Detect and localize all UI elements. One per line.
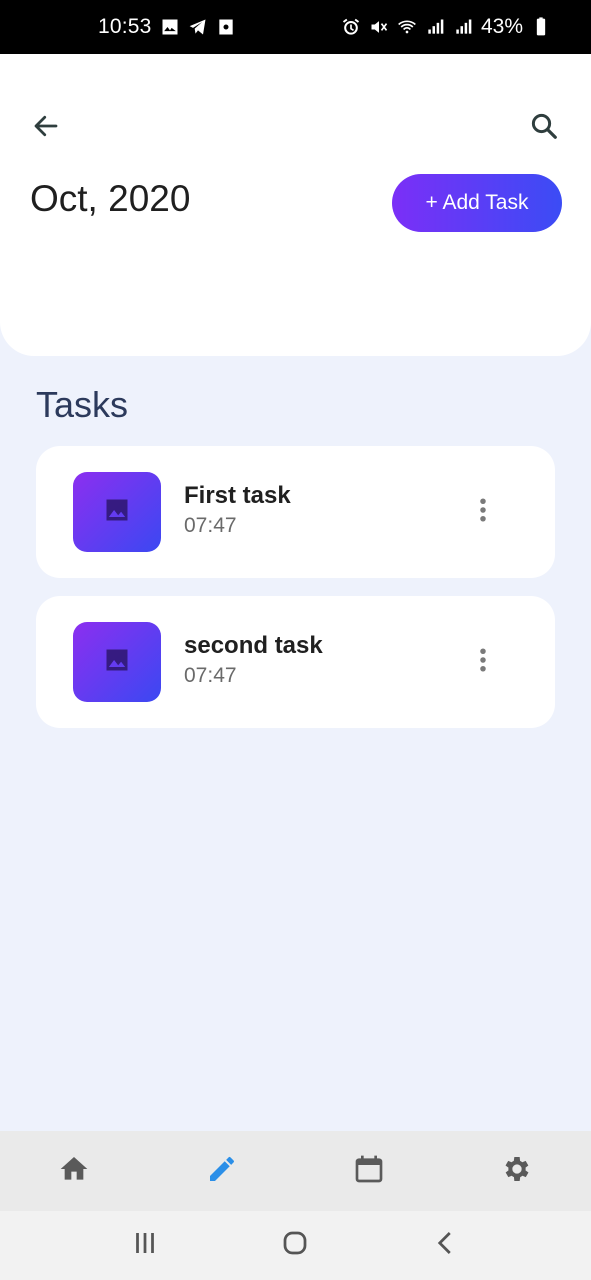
task-name: second task <box>184 632 323 659</box>
task-time: 07:47 <box>184 514 237 537</box>
mute-icon <box>369 17 389 37</box>
telegram-icon <box>188 17 208 37</box>
signal-icon <box>453 17 473 37</box>
search-icon <box>529 111 559 146</box>
bottom-nav <box>0 1131 591 1211</box>
status-time: 10:53 <box>98 15 152 38</box>
nav-settings[interactable] <box>487 1141 547 1201</box>
task-card[interactable]: second task 07:47 <box>36 596 555 728</box>
nav-home[interactable] <box>44 1141 104 1201</box>
back-button[interactable] <box>24 106 68 150</box>
status-bar: 10:53 43% <box>0 0 591 54</box>
battery-icon <box>531 17 551 37</box>
add-task-button[interactable]: + Add Task <box>392 174 562 232</box>
task-time: 07:47 <box>184 664 237 687</box>
android-nav-bar <box>0 1211 591 1280</box>
recent-apps-icon <box>130 1228 160 1263</box>
signal-icon <box>425 17 445 37</box>
image-icon <box>103 646 131 679</box>
task-name: First task <box>184 482 291 509</box>
camera-app-icon <box>216 17 236 37</box>
image-icon <box>160 17 180 37</box>
alarm-icon <box>341 17 361 37</box>
task-menu-button[interactable] <box>466 642 500 682</box>
back-chevron-icon <box>431 1228 461 1263</box>
settings-icon <box>501 1153 533 1190</box>
task-menu-button[interactable] <box>466 492 500 532</box>
back-system-button[interactable] <box>416 1216 476 1276</box>
home-system-button[interactable] <box>265 1216 325 1276</box>
nav-calendar[interactable] <box>339 1141 399 1201</box>
edit-icon <box>206 1153 238 1190</box>
arrow-left-icon <box>31 111 61 146</box>
recent-apps-button[interactable] <box>115 1216 175 1276</box>
home-circle-icon <box>280 1228 310 1263</box>
month-title: Oct, 2020 <box>30 178 191 219</box>
image-icon <box>103 496 131 529</box>
status-right: 43% <box>341 15 551 39</box>
battery-percent: 43% <box>480 15 523 38</box>
task-thumbnail <box>73 472 161 552</box>
header-card: Oct, 2020 + Add Task <box>0 54 591 356</box>
task-card[interactable]: First task 07:47 <box>36 446 555 578</box>
wifi-icon <box>397 17 417 37</box>
task-thumbnail <box>73 622 161 702</box>
search-button[interactable] <box>522 106 566 150</box>
more-vertical-icon <box>468 645 498 680</box>
calendar-icon <box>353 1153 385 1190</box>
tasks-section-title: Tasks <box>36 384 129 425</box>
nav-edit[interactable] <box>192 1141 252 1201</box>
status-left: 10:53 <box>98 15 236 39</box>
more-vertical-icon <box>468 495 498 530</box>
home-icon <box>58 1153 90 1190</box>
